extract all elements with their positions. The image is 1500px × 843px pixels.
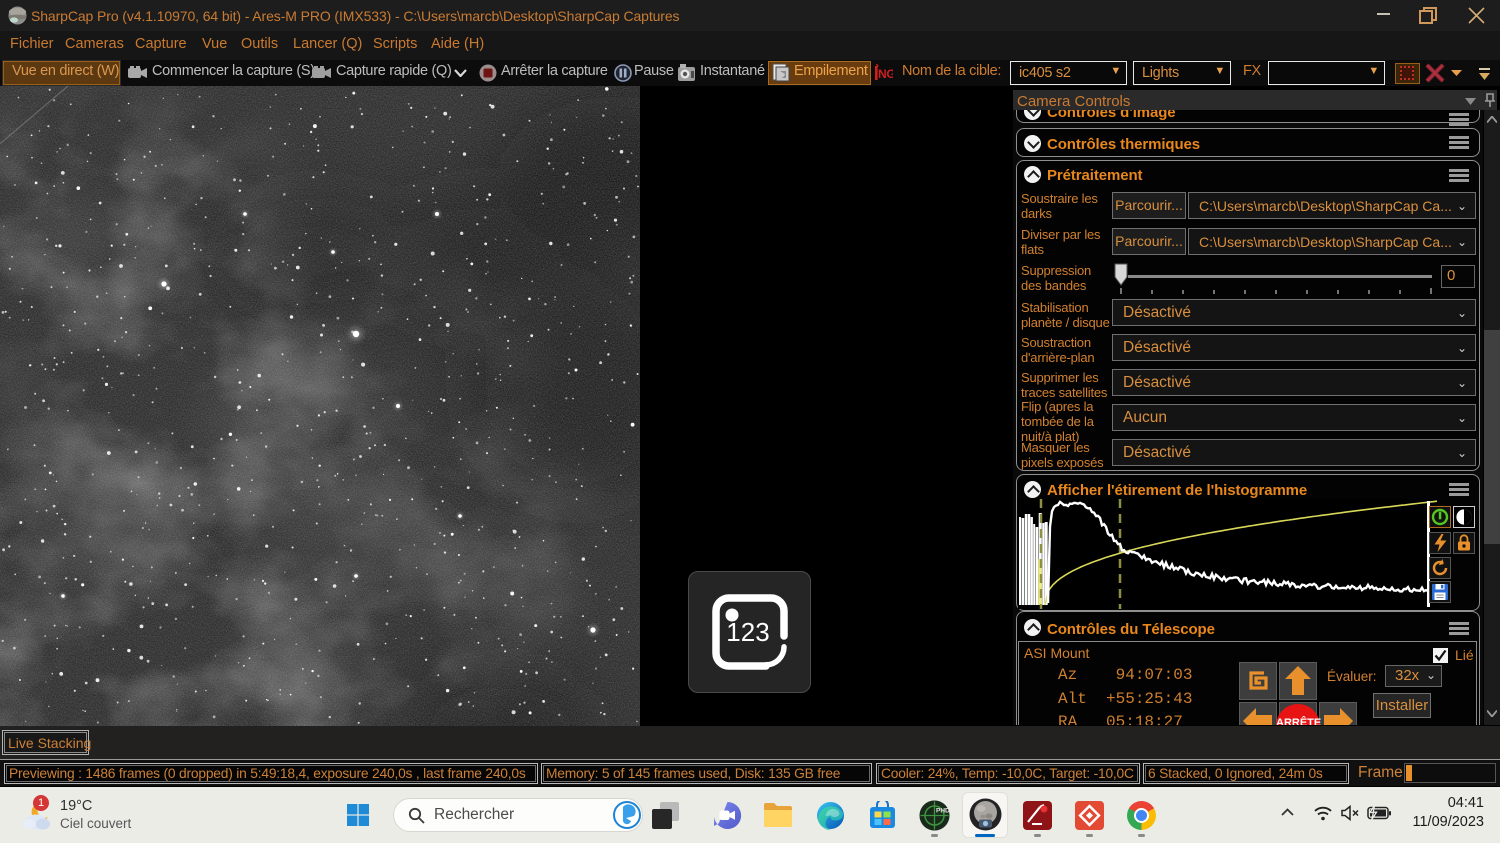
- svg-text:PHD: PHD: [936, 808, 950, 815]
- svg-text:NG: NG: [878, 67, 893, 81]
- svg-text:123: 123: [726, 617, 769, 647]
